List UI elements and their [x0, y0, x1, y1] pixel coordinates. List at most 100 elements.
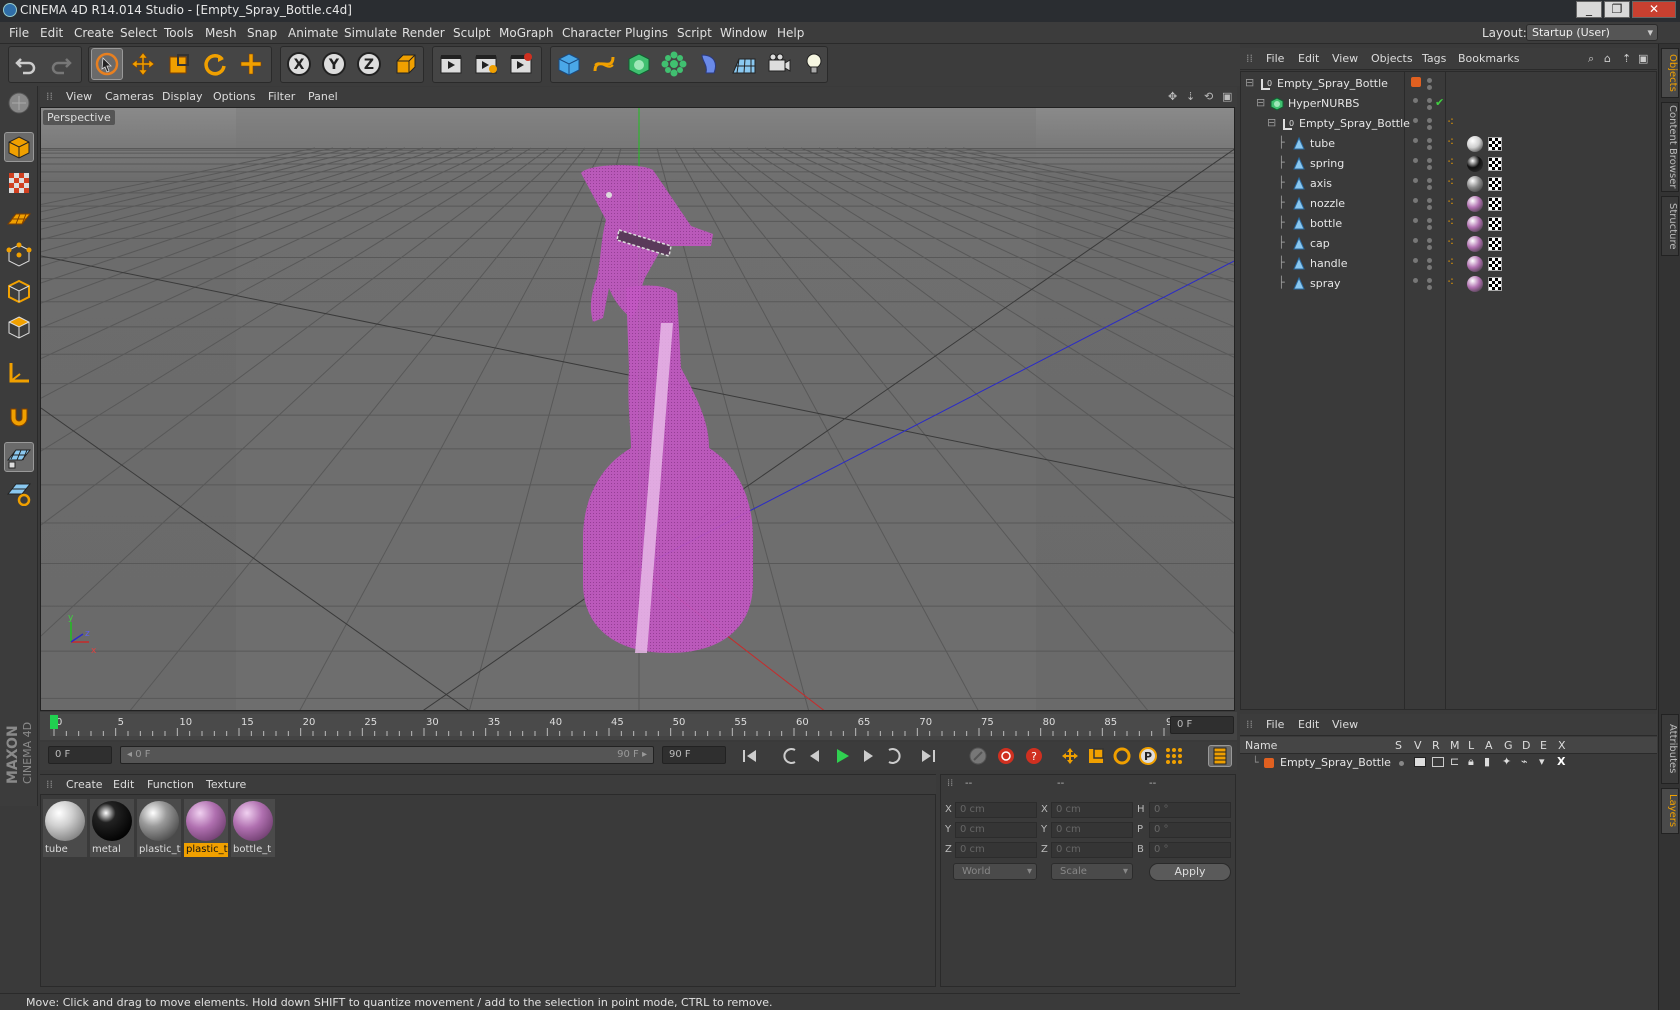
viewport-menu-view[interactable]: View — [66, 90, 92, 103]
make-editable-icon[interactable] — [4, 88, 34, 118]
size-x-field[interactable]: 0 cm — [1051, 802, 1133, 818]
menu-file[interactable]: File — [9, 26, 29, 40]
undo-icon[interactable] — [10, 48, 42, 80]
render-visibility-dot[interactable] — [1427, 205, 1432, 210]
objects-menu-edit[interactable]: Edit — [1298, 52, 1319, 65]
cube-icon[interactable] — [553, 48, 585, 80]
phong-tag-icon[interactable]: ⁖ — [1447, 275, 1454, 289]
key-parameter-icon[interactable]: P — [1136, 745, 1160, 767]
editor-visibility-dot-upper[interactable] — [1427, 198, 1432, 203]
nurbs-icon[interactable] — [623, 48, 655, 80]
render-view-icon[interactable] — [435, 48, 467, 80]
layer-view-icon[interactable] — [1414, 757, 1426, 767]
perspective-viewport[interactable]: y x z Perspective — [40, 107, 1235, 711]
editor-visibility-dot-upper[interactable] — [1427, 238, 1432, 243]
material-menu-create[interactable]: Create — [66, 778, 103, 791]
menu-create[interactable]: Create — [74, 26, 114, 40]
phong-tag-icon[interactable]: ⁖ — [1447, 215, 1454, 229]
position-y-field[interactable]: 0 cm — [955, 822, 1037, 838]
material-swatch-selected[interactable]: plastic_t — [184, 799, 228, 857]
editor-visibility-dot-upper[interactable] — [1427, 178, 1432, 183]
editor-visibility-dot[interactable] — [1413, 98, 1418, 103]
close-window-button[interactable]: ✕ — [1632, 1, 1676, 18]
editor-visibility-dot-upper[interactable] — [1427, 118, 1432, 123]
objects-menu-tags[interactable]: Tags — [1422, 52, 1446, 65]
object-row[interactable]: ⊟ HyperNURBS ✔ — [1241, 94, 1656, 114]
object-row[interactable]: ├ axis ⁖ — [1241, 174, 1656, 194]
material-tag-icon[interactable] — [1467, 236, 1483, 252]
viewport-menu-cameras[interactable]: Cameras — [105, 90, 154, 103]
editor-visibility-dot-upper[interactable] — [1427, 98, 1432, 103]
search-icon[interactable]: ⌕ — [1588, 52, 1594, 66]
layer-deformers-icon[interactable]: ⌁ — [1521, 755, 1528, 768]
material-menu-edit[interactable]: Edit — [113, 778, 134, 791]
phong-tag-icon[interactable]: ⁖ — [1447, 135, 1454, 149]
size-mode-dropdown[interactable]: Scale ▾ — [1051, 863, 1133, 880]
material-tag-icon[interactable] — [1467, 136, 1483, 152]
rotate-icon[interactable] — [199, 48, 231, 80]
uvw-tag-icon[interactable] — [1488, 177, 1502, 191]
maximize-button[interactable]: ❐ — [1604, 1, 1630, 18]
objects-menu-bookmarks[interactable]: Bookmarks — [1458, 52, 1519, 65]
objects-menu-file[interactable]: File — [1266, 52, 1284, 65]
live-selection-icon[interactable] — [91, 48, 123, 80]
layer-xref-icon[interactable]: X — [1557, 755, 1565, 768]
tab-content-browser[interactable]: Content Browser — [1661, 102, 1679, 192]
material-swatch[interactable]: plastic_t — [137, 799, 181, 857]
objects-menu-objects[interactable]: Objects — [1371, 52, 1413, 65]
timeline-ruler[interactable]: 051015202530354045505560657075808590 0 F — [40, 712, 1237, 740]
polygons-mode-icon[interactable] — [4, 312, 34, 342]
editor-visibility-dot[interactable] — [1413, 198, 1418, 203]
redo-icon[interactable] — [45, 48, 77, 80]
menu-script[interactable]: Script — [677, 26, 712, 40]
render-visibility-dot[interactable] — [1427, 265, 1432, 270]
editor-visibility-dot[interactable] — [1413, 258, 1418, 263]
material-tag-icon[interactable] — [1467, 256, 1483, 272]
size-y-field[interactable]: 0 cm — [1051, 822, 1133, 838]
menu-select[interactable]: Select — [120, 26, 157, 40]
layer-generators-icon[interactable]: ✦ — [1502, 755, 1511, 768]
phong-tag-icon[interactable]: ⁖ — [1447, 175, 1454, 189]
key-pla-icon[interactable] — [1162, 745, 1186, 767]
phong-tag-icon[interactable]: ⁖ — [1447, 235, 1454, 249]
menu-tools[interactable]: Tools — [164, 26, 194, 40]
menu-window[interactable]: Window — [720, 26, 767, 40]
floor-icon[interactable] — [728, 48, 760, 80]
layer-lock-icon[interactable]: 🔒︎ — [1468, 755, 1474, 769]
frame-range-slider[interactable]: ◂ 0 F 90 F ▸ — [120, 746, 654, 764]
viewport-pan-icon[interactable]: ✥ — [1168, 90, 1177, 103]
viewport-zoom-icon[interactable]: ⇣ — [1186, 90, 1195, 103]
editor-visibility-dot-upper[interactable] — [1427, 158, 1432, 163]
x-axis-icon[interactable]: X — [283, 48, 315, 80]
layer-solo-toggle[interactable] — [1399, 761, 1404, 766]
menu-character[interactable]: Character — [562, 26, 621, 40]
tab-attributes[interactable]: Attributes — [1661, 714, 1679, 784]
viewport-rotate-icon[interactable]: ⟲ — [1204, 90, 1213, 103]
uvw-tag-icon[interactable] — [1488, 137, 1502, 151]
material-menu-texture[interactable]: Texture — [206, 778, 246, 791]
object-row[interactable]: ├ nozzle ⁖ — [1241, 194, 1656, 214]
editor-visibility-dot-upper[interactable] — [1427, 138, 1432, 143]
menu-mograph[interactable]: MoGraph — [499, 26, 554, 40]
uvw-tag-icon[interactable] — [1488, 257, 1502, 271]
viewport-menu-display[interactable]: Display — [162, 90, 203, 103]
uvw-tag-icon[interactable] — [1488, 277, 1502, 291]
layer-color-swatch[interactable] — [1264, 758, 1274, 768]
goto-prev-key-icon[interactable] — [778, 745, 802, 767]
workplane-icon[interactable] — [4, 204, 34, 234]
menu-animate[interactable]: Animate — [288, 26, 338, 40]
phong-tag-icon[interactable]: ⁖ — [1447, 115, 1454, 129]
editor-visibility-dot-upper[interactable] — [1427, 278, 1432, 283]
expand-toggle[interactable]: ⊟ — [1267, 116, 1276, 129]
object-row[interactable]: ├ bottle ⁖ — [1241, 214, 1656, 234]
axis-mode-icon[interactable] — [4, 358, 34, 388]
rotation-p-field[interactable]: 0 ° — [1149, 822, 1231, 838]
editor-visibility-dot-upper[interactable] — [1427, 78, 1432, 83]
viewport-menu-options[interactable]: Options — [213, 90, 255, 103]
locked-workplane-icon[interactable] — [4, 478, 34, 508]
render-visibility-dot[interactable] — [1427, 185, 1432, 190]
layer-color-swatch[interactable] — [1411, 77, 1421, 87]
viewport-menu-filter[interactable]: Filter — [268, 90, 295, 103]
layers-menu-file[interactable]: File — [1266, 718, 1284, 731]
material-tag-icon[interactable] — [1467, 176, 1483, 192]
